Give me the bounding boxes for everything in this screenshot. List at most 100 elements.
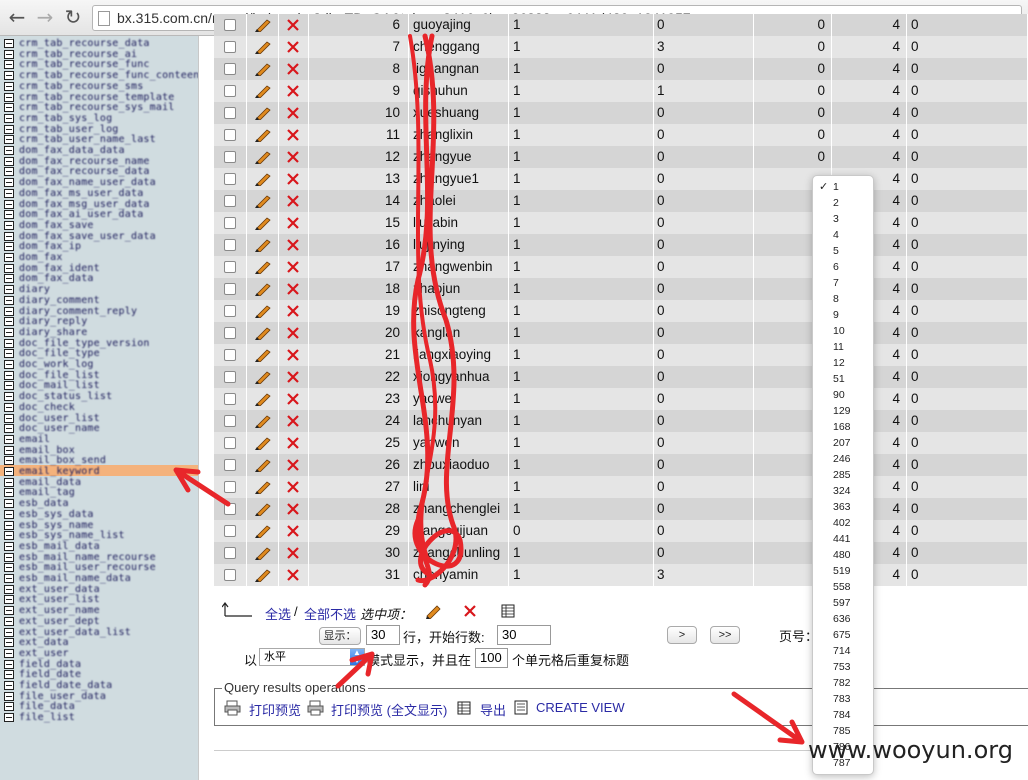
sidebar-table-label[interactable]: esb_mail_name_data — [19, 573, 131, 584]
sidebar-table-item[interactable]: esb_data — [4, 498, 69, 509]
sidebar-table-label[interactable]: esb_sys_name_list — [19, 530, 125, 541]
delete-cell[interactable] — [279, 146, 309, 168]
sidebar-table-item[interactable]: doc_user_name — [4, 423, 100, 434]
delete-cell[interactable] — [279, 520, 309, 542]
row-checkbox-cell[interactable] — [214, 454, 247, 476]
pencil-icon[interactable] — [254, 326, 272, 340]
next-page-button[interactable]: > — [667, 626, 697, 644]
table-icon[interactable] — [4, 263, 14, 273]
delete-icon[interactable] — [286, 546, 300, 560]
sidebar-table-label[interactable]: dom_fax — [19, 252, 63, 263]
edit-cell[interactable] — [247, 322, 279, 344]
sidebar-table-label[interactable]: crm_tab_user_name_last — [19, 134, 156, 145]
pencil-icon[interactable] — [254, 392, 272, 406]
sidebar-table-item[interactable]: email_data — [4, 477, 81, 488]
table-icon[interactable] — [4, 488, 14, 498]
row-checkbox[interactable] — [224, 415, 236, 427]
sidebar-table-label[interactable]: diary_reply — [19, 316, 87, 327]
page-option[interactable]: 363 — [813, 499, 873, 515]
page-option-label[interactable]: 10 — [833, 325, 845, 337]
table-row[interactable]: 18 zhaojun 1 0 4 0 — [214, 278, 1028, 300]
sidebar-table-label[interactable]: diary_share — [19, 327, 87, 338]
print-preview-link[interactable]: 打印预览 — [249, 700, 301, 719]
table-icon[interactable] — [4, 563, 14, 573]
page-option-label[interactable]: 9 — [833, 309, 839, 321]
page-option-label[interactable]: 782 — [833, 677, 851, 689]
delete-cell[interactable] — [279, 564, 309, 586]
pencil-icon[interactable] — [254, 194, 272, 208]
pencil-icon[interactable] — [254, 436, 272, 450]
table-icon[interactable] — [4, 691, 14, 701]
row-checkbox[interactable] — [224, 481, 236, 493]
table-icon[interactable] — [4, 659, 14, 669]
edit-cell[interactable] — [247, 366, 279, 388]
create-view-link[interactable]: CREATE VIEW — [536, 700, 625, 715]
sidebar-table-item[interactable]: dom_fax_ai_user_data — [4, 209, 143, 220]
edit-cell[interactable] — [247, 410, 279, 432]
edit-cell[interactable] — [247, 564, 279, 586]
table-row[interactable]: 14 zhaolei 1 0 4 0 — [214, 190, 1028, 212]
select-all-link[interactable]: 全选 — [265, 604, 291, 623]
page-option[interactable]: 8 — [813, 291, 873, 307]
page-option[interactable]: 246 — [813, 451, 873, 467]
pencil-icon[interactable] — [254, 568, 272, 582]
table-icon[interactable] — [4, 253, 14, 262]
page-option[interactable]: 11 — [813, 339, 873, 355]
edit-cell[interactable] — [247, 542, 279, 564]
rows-per-page-input[interactable]: 30 — [366, 625, 400, 645]
sidebar-table-item[interactable]: field_date — [4, 669, 81, 680]
row-checkbox[interactable] — [224, 129, 236, 141]
row-checkbox-cell[interactable] — [214, 278, 247, 300]
sidebar-table-label[interactable]: crm_tab_recourse_func_conteent — [19, 70, 198, 81]
page-option[interactable]: 2 — [813, 195, 873, 211]
table-icon[interactable] — [4, 274, 14, 284]
row-checkbox[interactable] — [224, 19, 236, 31]
delete-cell[interactable] — [279, 234, 309, 256]
table-icon[interactable] — [4, 370, 14, 380]
table-row[interactable]: 6 guoyajing 1 0 0 4 0 — [214, 14, 1028, 36]
table-row[interactable]: 11 zhanglixin 1 0 0 4 0 — [214, 124, 1028, 146]
table-row[interactable]: 13 zhangyue1 1 0 4 0 — [214, 168, 1028, 190]
delete-icon[interactable] — [286, 458, 300, 472]
table-icon[interactable] — [4, 713, 14, 723]
pencil-icon[interactable] — [254, 238, 272, 252]
page-option-label[interactable]: 12 — [833, 357, 845, 369]
page-option-label[interactable]: 4 — [833, 229, 839, 241]
edit-cell[interactable] — [247, 168, 279, 190]
table-row[interactable]: 30 zhangchunling 1 0 4 0 — [214, 542, 1028, 564]
page-option[interactable]: 285 — [813, 467, 873, 483]
page-option[interactable]: 597 — [813, 595, 873, 611]
sidebar-table-label[interactable]: dom_fax_ms_user_data — [19, 188, 143, 199]
sidebar-table-label[interactable]: email — [19, 434, 50, 445]
edit-cell[interactable] — [247, 300, 279, 322]
edit-cell[interactable] — [247, 146, 279, 168]
table-icon[interactable] — [4, 71, 14, 81]
row-checkbox[interactable] — [224, 63, 236, 75]
edit-cell[interactable] — [247, 256, 279, 278]
sidebar-table-label[interactable]: esb_data — [19, 498, 69, 509]
page-option-label[interactable]: 558 — [833, 581, 851, 593]
sidebar-table-item[interactable]: doc_check — [4, 402, 75, 413]
table-icon[interactable] — [4, 167, 14, 177]
sidebar-table-item[interactable]: doc_mail_list — [4, 380, 100, 391]
sidebar-table-item[interactable]: doc_status_list — [4, 391, 112, 402]
pencil-icon[interactable] — [254, 480, 272, 494]
sidebar-table-label[interactable]: file_list — [19, 712, 75, 723]
sidebar-table-item[interactable]: diary — [4, 284, 50, 295]
table-icon[interactable] — [4, 210, 14, 220]
page-option-label[interactable]: 519 — [833, 565, 851, 577]
page-option-label[interactable]: 2 — [833, 197, 839, 209]
sidebar-table-label[interactable]: dom_fax_ai_user_data — [19, 209, 143, 220]
page-option[interactable]: 784 — [813, 707, 873, 723]
sidebar-table-item[interactable]: email_tag — [4, 487, 75, 498]
delete-icon[interactable] — [286, 84, 300, 98]
table-icon[interactable] — [4, 424, 14, 434]
table-icon[interactable] — [4, 81, 14, 91]
table-icon[interactable] — [4, 135, 14, 145]
delete-icon[interactable] — [286, 194, 300, 208]
delete-icon[interactable] — [286, 150, 300, 164]
sidebar-table-item[interactable]: ext_user_name — [4, 605, 100, 616]
sidebar-table-label[interactable]: doc_user_list — [19, 413, 100, 424]
table-icon[interactable] — [4, 392, 14, 402]
delete-icon[interactable] — [286, 392, 300, 406]
